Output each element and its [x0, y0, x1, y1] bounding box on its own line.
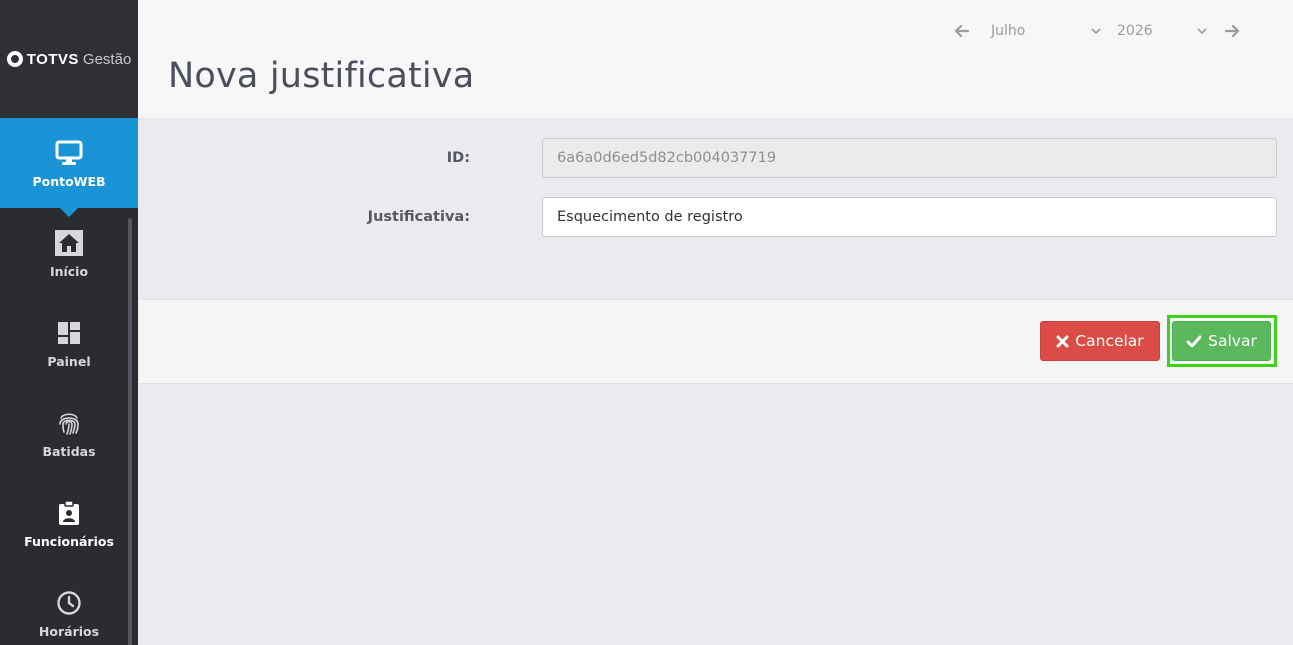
page-header: Julho 2026 Nova justificativa — [138, 0, 1293, 118]
sidebar: TOTVS Gestão PontoWEB Início Painel Bati… — [0, 0, 138, 645]
sidebar-item-label: PontoWEB — [32, 173, 106, 189]
home-icon — [54, 228, 84, 258]
year-select[interactable]: 2026 — [1117, 23, 1207, 39]
sidebar-item-batidas[interactable]: Batidas — [0, 388, 138, 478]
logo-bold-text: TOTVS — [26, 50, 79, 68]
month-select[interactable]: Julho — [991, 23, 1101, 39]
id-label: ID: — [446, 150, 470, 166]
id-field: 6a6a0d6ed5d82cb004037719 — [542, 138, 1277, 178]
sidebar-item-funcionarios[interactable]: Funcionários — [0, 478, 138, 568]
clock-icon — [54, 588, 84, 618]
monitor-icon — [54, 138, 84, 168]
arrow-right-icon — [1225, 25, 1239, 37]
sidebar-item-pontoweb[interactable]: PontoWEB — [0, 118, 138, 217]
cancel-button[interactable]: Cancelar — [1040, 321, 1160, 361]
sidebar-item-inicio[interactable]: Início — [0, 208, 138, 298]
fingerprint-icon — [54, 408, 84, 438]
form-actions: Cancelar Salvar — [139, 299, 1293, 384]
year-value: 2026 — [1117, 23, 1153, 39]
sidebar-item-label: Funcionários — [24, 533, 114, 549]
cancel-button-label: Cancelar — [1075, 332, 1144, 350]
save-button-label: Salvar — [1208, 332, 1257, 350]
form-row-justificativa: Justificativa: Esquecimento de registro — [138, 197, 1293, 237]
month-value: Julho — [991, 23, 1026, 39]
close-icon — [1056, 335, 1069, 347]
totvs-logo-icon — [6, 51, 23, 67]
sidebar-scrollbar[interactable] — [128, 218, 132, 645]
sidebar-item-label: Painel — [47, 353, 91, 369]
arrow-left-icon — [955, 25, 969, 37]
save-button[interactable]: Salvar — [1172, 321, 1271, 361]
sidebar-item-label: Batidas — [42, 443, 96, 459]
chevron-down-icon — [1091, 27, 1101, 34]
page-title: Nova justificativa — [168, 56, 475, 96]
date-navigator: Julho 2026 — [951, 20, 1243, 42]
sidebar-item-label: Início — [49, 263, 89, 279]
justificativa-label: Justificativa: — [367, 209, 470, 225]
previous-month-button[interactable] — [951, 20, 973, 42]
chevron-down-icon — [1197, 27, 1207, 34]
brand-logo[interactable]: TOTVS Gestão — [0, 0, 138, 118]
next-month-button[interactable] — [1221, 20, 1243, 42]
badge-icon — [54, 498, 84, 528]
form-row-id: ID: 6a6a0d6ed5d82cb004037719 — [138, 138, 1293, 178]
sidebar-item-painel[interactable]: Painel — [0, 298, 138, 388]
justificativa-input[interactable]: Esquecimento de registro — [542, 197, 1277, 237]
check-icon — [1186, 335, 1202, 347]
dashboard-icon — [54, 318, 84, 348]
sidebar-item-horarios[interactable]: Horários — [0, 568, 138, 645]
logo-light-text: Gestão — [82, 50, 132, 68]
sidebar-item-label: Horários — [38, 623, 100, 639]
